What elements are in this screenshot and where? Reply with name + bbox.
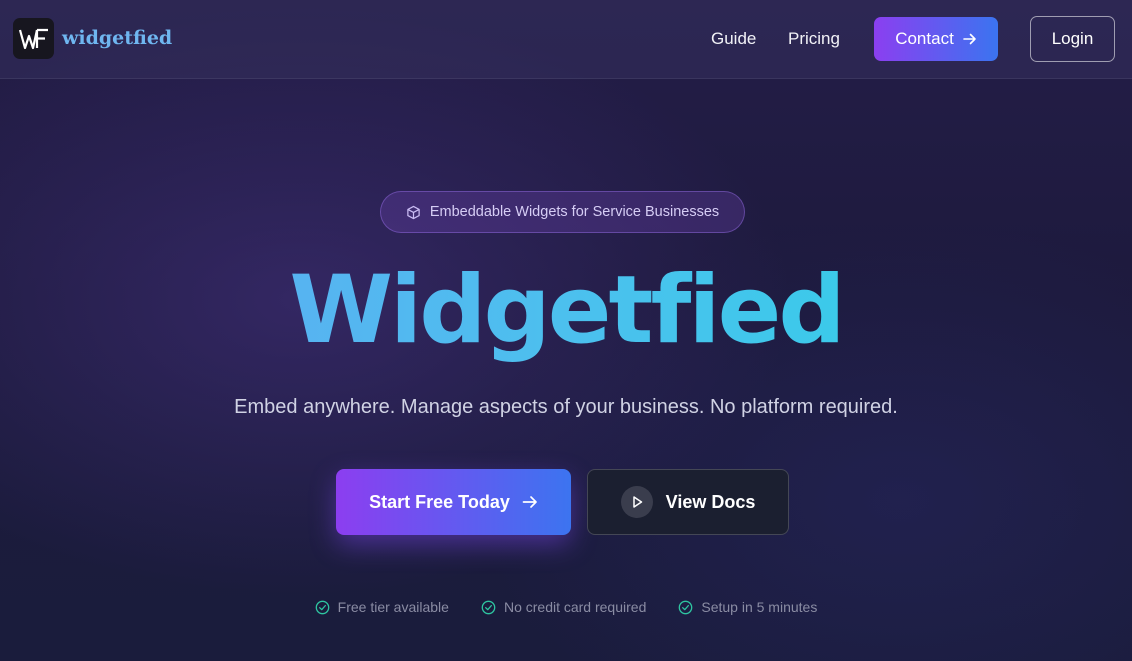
hero-subtitle: Embed anywhere. Manage aspects of your b… bbox=[234, 396, 898, 418]
feature-item: Setup in 5 minutes bbox=[678, 599, 817, 615]
contact-button-label: Contact bbox=[895, 29, 954, 48]
logo-mark[interactable] bbox=[13, 18, 54, 59]
nav-guide-link[interactable]: Guide bbox=[711, 29, 756, 49]
cube-icon bbox=[407, 205, 420, 219]
feature-list: Free tier available No credit card requi… bbox=[0, 599, 1132, 615]
login-button-label: Login bbox=[1051, 29, 1094, 48]
wf-logo-icon bbox=[18, 28, 48, 49]
feature-label: No credit card required bbox=[503, 599, 647, 615]
contact-button[interactable]: Contact bbox=[874, 17, 998, 61]
hero-badge-label: Embeddable Widgets for Service Businesse… bbox=[429, 204, 720, 220]
hero-title: Widgetfied bbox=[0, 256, 1132, 366]
feature-label: Free tier available bbox=[337, 599, 449, 615]
check-circle-icon bbox=[315, 600, 330, 614]
feature-label: Setup in 5 minutes bbox=[701, 599, 818, 615]
check-circle-icon bbox=[481, 600, 496, 614]
arrow-right-icon bbox=[522, 496, 537, 508]
nav-pricing-link[interactable]: Pricing bbox=[788, 29, 840, 49]
arrow-right-icon bbox=[962, 33, 976, 45]
login-button[interactable]: Login bbox=[1030, 16, 1115, 62]
view-docs-button[interactable]: View Docs bbox=[587, 469, 789, 535]
check-circle-icon bbox=[679, 600, 693, 614]
feature-item: Free tier available bbox=[315, 599, 449, 615]
top-nav-bar: widgetfied Guide Pricing Contact Login bbox=[0, 0, 1132, 79]
play-icon bbox=[620, 486, 653, 518]
feature-item: No credit card required bbox=[481, 599, 646, 615]
view-docs-button-label: View Docs bbox=[665, 491, 756, 512]
brand-name[interactable]: widgetfied bbox=[62, 27, 172, 49]
start-free-button[interactable]: Start Free Today bbox=[336, 469, 571, 535]
start-free-button-label: Start Free Today bbox=[369, 491, 510, 512]
hero-badge: Embeddable Widgets for Service Businesse… bbox=[380, 191, 745, 233]
